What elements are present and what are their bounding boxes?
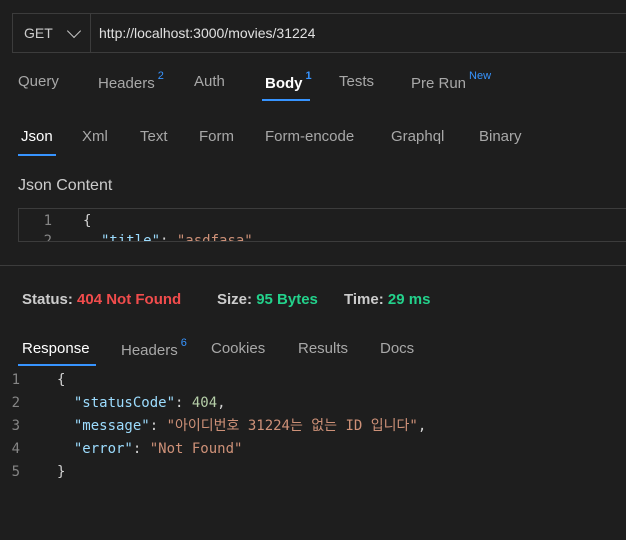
json-key: "message" bbox=[73, 418, 150, 434]
tab-headers-label: Headers bbox=[98, 75, 155, 92]
tab-body-underline bbox=[262, 99, 310, 101]
body-type-form-encode[interactable]: Form-encode bbox=[265, 128, 354, 145]
response-tab-response[interactable]: Response bbox=[22, 340, 90, 357]
method-label: GET bbox=[24, 25, 53, 41]
json-value: "아이디번호 31224는 없는 ID 입니다" bbox=[166, 418, 418, 434]
editor-line-text: { bbox=[83, 213, 92, 229]
status-value: 404 Not Found bbox=[77, 291, 182, 308]
tab-body-label: Body bbox=[265, 75, 303, 92]
tab-tests-label: Tests bbox=[339, 73, 375, 90]
json-key: "error" bbox=[73, 441, 133, 457]
line-number: 4 bbox=[11, 441, 20, 457]
response-open-brace: { bbox=[57, 372, 66, 388]
json-value: 404 bbox=[191, 395, 218, 411]
body-type-json[interactable]: Json bbox=[21, 128, 53, 145]
response-line: "statusCode": 404, bbox=[73, 395, 226, 411]
tab-auth[interactable]: Auth bbox=[194, 73, 225, 90]
json-value: "asdfasa" bbox=[176, 233, 253, 242]
headers-count-badge: 2 bbox=[157, 70, 164, 82]
line-number: 3 bbox=[11, 418, 20, 434]
panel-divider bbox=[0, 265, 626, 266]
response-tab-label: Cookies bbox=[211, 340, 266, 357]
tab-pre-run-label: Pre Run bbox=[411, 75, 467, 92]
response-tab-label: Docs bbox=[380, 340, 415, 357]
size-value: 95 Bytes bbox=[256, 291, 318, 308]
body-type-binary[interactable]: Binary bbox=[479, 128, 522, 145]
request-url-bar: GET http://localhost:3000/movies/31224 bbox=[12, 13, 626, 53]
tab-headers[interactable]: Headers 2 bbox=[98, 70, 164, 92]
response-line: "error": "Not Found" bbox=[73, 441, 243, 457]
response-line-numbers: 1 2 3 4 5 bbox=[0, 369, 30, 484]
size-line: Size: 95 Bytes bbox=[217, 291, 318, 308]
response-body: { "statusCode": 404, "message": "아이디번호 3… bbox=[57, 369, 426, 484]
method-select[interactable]: GET bbox=[13, 14, 91, 52]
status-line: Status: 404 Not Found bbox=[22, 291, 181, 308]
body-type-xml[interactable]: Xml bbox=[82, 128, 108, 145]
response-tab-cookies[interactable]: Cookies bbox=[211, 340, 265, 357]
json-value: "Not Found" bbox=[149, 441, 243, 457]
body-type-form[interactable]: Form bbox=[199, 128, 234, 145]
json-key: "statusCode" bbox=[73, 395, 176, 411]
size-label: Size: bbox=[217, 291, 253, 308]
line-number: 1 bbox=[11, 372, 20, 388]
body-type-json-underline bbox=[18, 154, 56, 156]
tab-pre-run[interactable]: Pre Run New bbox=[411, 70, 492, 92]
tab-query[interactable]: Query bbox=[18, 73, 59, 90]
response-tab-label: Headers bbox=[121, 342, 178, 359]
url-input[interactable]: http://localhost:3000/movies/31224 bbox=[99, 14, 315, 52]
time-line: Time: 29 ms bbox=[344, 291, 430, 308]
time-value: 29 ms bbox=[387, 291, 431, 308]
response-tab-underline bbox=[18, 364, 96, 366]
body-count-badge: 1 bbox=[305, 70, 312, 82]
response-tab-docs[interactable]: Docs bbox=[380, 340, 414, 357]
editor-line-text: "title": "asdfasa" bbox=[101, 231, 253, 242]
response-headers-count-badge: 6 bbox=[180, 337, 187, 349]
status-label: Status: bbox=[22, 291, 73, 308]
tab-body[interactable]: Body 1 bbox=[265, 70, 312, 92]
response-tab-headers[interactable]: Headers 6 bbox=[121, 337, 187, 359]
json-body-editor[interactable]: 1 { 2 "title": "asdfasa" bbox=[18, 208, 626, 242]
line-number: 5 bbox=[11, 464, 20, 480]
editor-line-number: 1 bbox=[43, 213, 52, 229]
tab-query-label: Query bbox=[18, 73, 59, 90]
tab-tests[interactable]: Tests bbox=[339, 73, 374, 90]
editor-line-number: 2 bbox=[43, 233, 52, 242]
response-tab-label: Response bbox=[22, 340, 90, 357]
chevron-down-icon bbox=[66, 23, 82, 38]
json-content-title: Json Content bbox=[18, 177, 113, 194]
body-type-graphql[interactable]: Graphql bbox=[391, 128, 444, 145]
tab-auth-label: Auth bbox=[194, 73, 225, 90]
response-tab-label: Results bbox=[298, 340, 349, 357]
time-label: Time: bbox=[344, 291, 384, 308]
pre-run-new-badge: New bbox=[469, 70, 492, 82]
json-key: "title" bbox=[101, 233, 161, 242]
response-line: "message": "아이디번호 31224는 없는 ID 입니다", bbox=[73, 418, 427, 434]
response-close-brace: } bbox=[57, 464, 66, 480]
body-type-text[interactable]: Text bbox=[140, 128, 168, 145]
line-number: 2 bbox=[11, 395, 20, 411]
response-tab-results[interactable]: Results bbox=[298, 340, 348, 357]
